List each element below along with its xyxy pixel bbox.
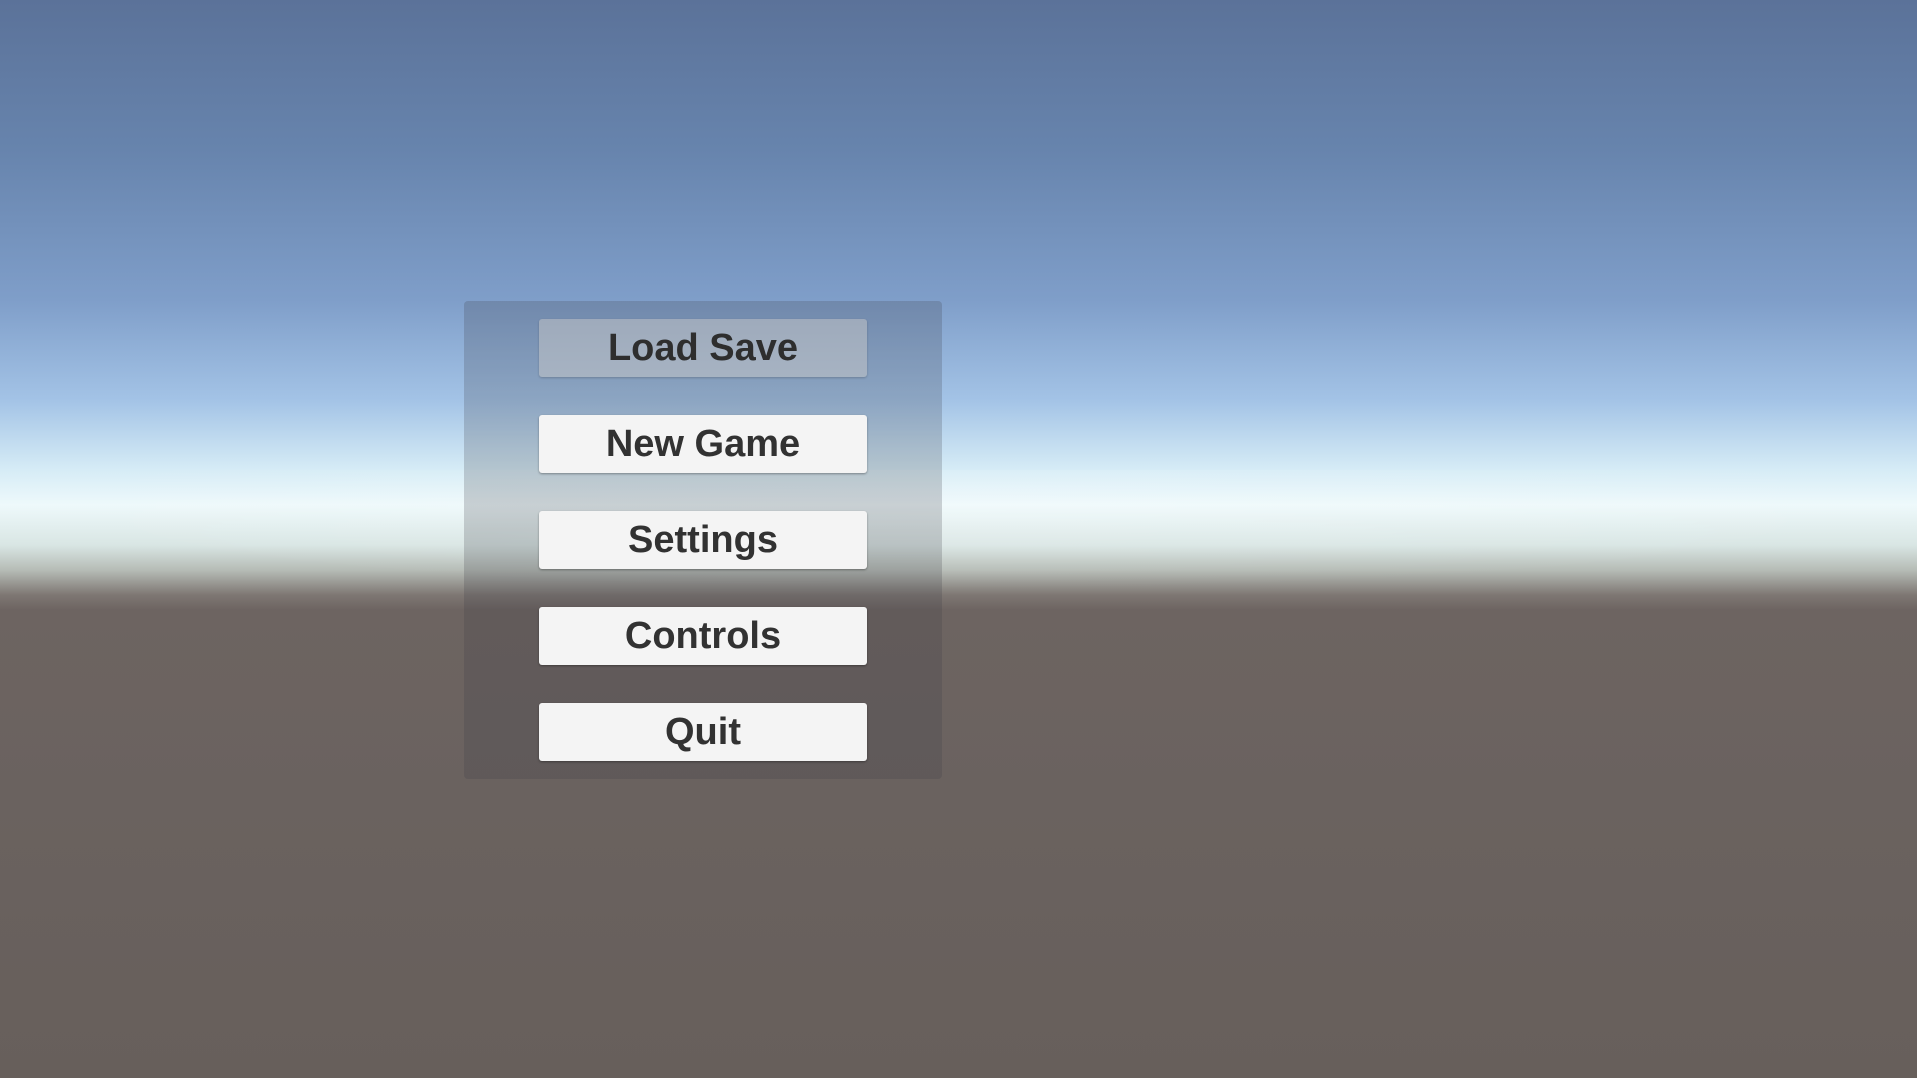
new-game-button[interactable]: New Game: [539, 415, 867, 473]
settings-button[interactable]: Settings: [539, 511, 867, 569]
load-save-button[interactable]: Load Save: [539, 319, 867, 377]
main-menu-panel: Load Save New Game Settings Controls Qui…: [464, 301, 942, 779]
quit-button[interactable]: Quit: [539, 703, 867, 761]
horizon-glow: [0, 470, 1917, 590]
skybox-background: [0, 0, 1917, 1078]
controls-button[interactable]: Controls: [539, 607, 867, 665]
